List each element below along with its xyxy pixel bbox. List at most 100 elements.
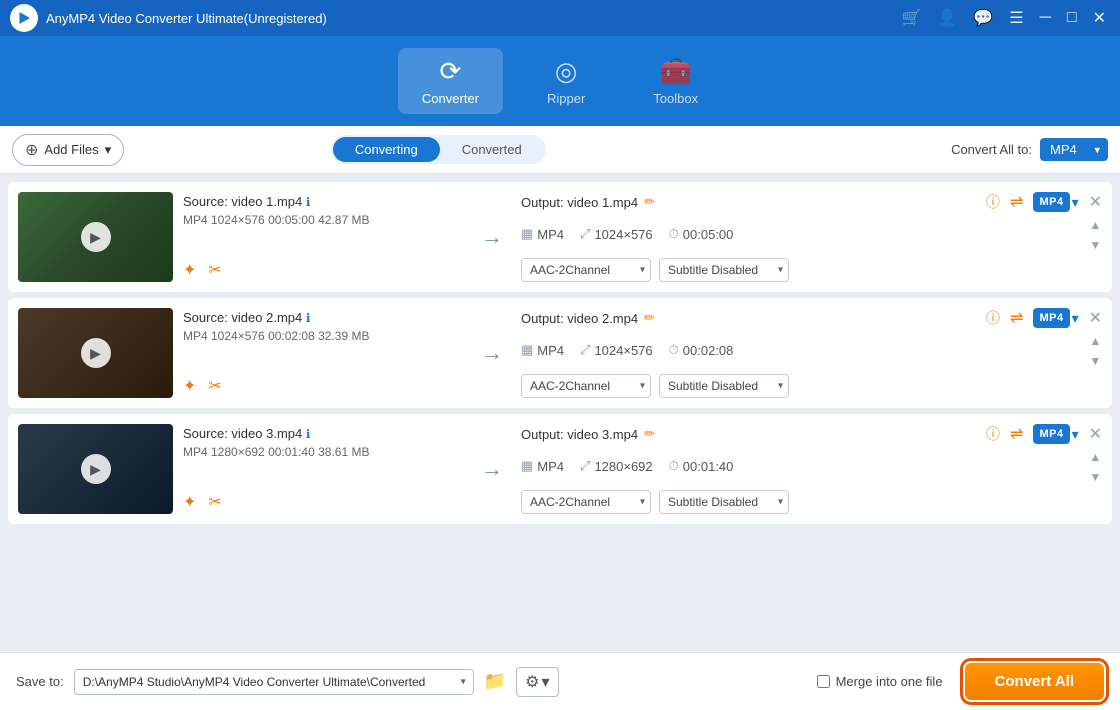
close-icon[interactable]: ✕ bbox=[1089, 8, 1110, 28]
save-to-label: Save to: bbox=[16, 674, 64, 689]
detail-icon[interactable]: ⓘ bbox=[986, 424, 1000, 444]
subtitle-select-wrapper: Subtitle Disabled bbox=[659, 374, 789, 398]
scissors-icon[interactable]: ✂ bbox=[208, 492, 221, 512]
star-icon[interactable]: ✦ bbox=[183, 376, 196, 396]
settings-icon[interactable]: ⇌ bbox=[1010, 424, 1023, 444]
format-badge: ▦ MP4 bbox=[521, 342, 564, 358]
mp4-badge: MP4 bbox=[1033, 308, 1069, 328]
thumbnail: ▶ bbox=[18, 192, 173, 282]
badge-dropdown-icon[interactable]: ▾ bbox=[1072, 310, 1079, 327]
scissors-icon[interactable]: ✂ bbox=[208, 260, 221, 280]
settings-button[interactable]: ⚙ ▾ bbox=[516, 667, 558, 697]
settings-icon[interactable]: ⇌ bbox=[1010, 308, 1023, 328]
format-grid-icon: ▦ bbox=[521, 226, 533, 242]
duration-badge: ⏱ 00:02:08 bbox=[669, 342, 734, 358]
star-icon[interactable]: ✦ bbox=[183, 492, 196, 512]
play-button[interactable]: ▶ bbox=[81, 338, 111, 368]
convert-all-button[interactable]: Convert All bbox=[965, 663, 1104, 700]
info-icon[interactable]: ℹ bbox=[306, 311, 311, 325]
output-info: Output: video 3.mp4 ✏ ⓘ ⇌ ▦ MP4 ⤢ 1280×6… bbox=[521, 424, 1023, 514]
audio-select[interactable]: AAC-2Channel bbox=[521, 374, 651, 398]
info-icon[interactable]: ℹ bbox=[306, 195, 311, 209]
duration-value: 00:02:08 bbox=[683, 343, 734, 358]
output-info: Output: video 2.mp4 ✏ ⓘ ⇌ ▦ MP4 ⤢ 1024×5… bbox=[521, 308, 1023, 398]
subtitle-select-wrapper: Subtitle Disabled bbox=[659, 490, 789, 514]
video-item: ▶ Source: video 3.mp4 ℹ MP4 1280×692 00:… bbox=[8, 414, 1112, 524]
badge-dropdown-icon[interactable]: ▾ bbox=[1072, 426, 1079, 443]
play-button[interactable]: ▶ bbox=[81, 454, 111, 484]
info-icon[interactable]: ℹ bbox=[306, 427, 311, 441]
play-button[interactable]: ▶ bbox=[81, 222, 111, 252]
nav-ripper[interactable]: ◎ Ripper bbox=[523, 48, 609, 114]
video-item: ▶ Source: video 2.mp4 ℹ MP4 1024×576 00:… bbox=[8, 298, 1112, 408]
subtitle-select[interactable]: Subtitle Disabled bbox=[659, 258, 789, 282]
titlebar: AnyMP4 Video Converter Ultimate(Unregist… bbox=[0, 0, 1120, 36]
audio-select[interactable]: AAC-2Channel bbox=[521, 490, 651, 514]
add-files-label: Add Files bbox=[44, 142, 98, 157]
menu-icon[interactable]: ☰ bbox=[1005, 8, 1027, 28]
chat-icon[interactable]: 💬 bbox=[969, 8, 997, 28]
resize-icon: ⤢ bbox=[580, 458, 590, 474]
move-down-icon[interactable]: ▼ bbox=[1089, 470, 1101, 484]
audio-select[interactable]: AAC-2Channel bbox=[521, 258, 651, 282]
clock-icon: ⏱ bbox=[669, 342, 679, 358]
clock-icon: ⏱ bbox=[669, 226, 679, 242]
move-down-icon[interactable]: ▼ bbox=[1089, 354, 1101, 368]
badge-col: MP4 ▾ bbox=[1033, 192, 1078, 282]
minimize-icon[interactable]: ─ bbox=[1036, 9, 1055, 27]
settings-icon[interactable]: ⇌ bbox=[1010, 192, 1023, 212]
detail-icon[interactable]: ⓘ bbox=[986, 192, 1000, 212]
toolbar: ⊕ Add Files ▾ Converting Converted Conve… bbox=[0, 126, 1120, 174]
arrow-right-icon: → bbox=[481, 340, 503, 366]
output-format-row: ▦ MP4 ⤢ 1024×576 ⏱ 00:05:00 bbox=[521, 226, 1023, 242]
detail-icon[interactable]: ⓘ bbox=[986, 308, 1000, 328]
save-path-select[interactable]: D:\AnyMP4 Studio\AnyMP4 Video Converter … bbox=[74, 669, 474, 695]
format-value: MP4 bbox=[537, 459, 564, 474]
thumbnail: ▶ bbox=[18, 308, 173, 398]
arrow-col: → bbox=[473, 192, 511, 282]
source-name: Source: video 3.mp4 ℹ bbox=[183, 426, 463, 441]
output-header-actions: ⓘ ⇌ bbox=[986, 192, 1023, 212]
move-up-icon[interactable]: ▲ bbox=[1089, 218, 1101, 232]
move-up-icon[interactable]: ▲ bbox=[1089, 334, 1101, 348]
remove-icon[interactable]: ✕ bbox=[1089, 424, 1102, 444]
arrow-right-icon: → bbox=[481, 456, 503, 482]
path-select-wrapper: D:\AnyMP4 Studio\AnyMP4 Video Converter … bbox=[74, 669, 474, 695]
settings-dropdown-icon: ▾ bbox=[541, 672, 549, 692]
subtitle-select[interactable]: Subtitle Disabled bbox=[659, 374, 789, 398]
format-select[interactable]: MP4 MKV AVI MOV bbox=[1040, 138, 1108, 161]
nav-converter-label: Converter bbox=[422, 91, 479, 106]
subtitle-select[interactable]: Subtitle Disabled bbox=[659, 490, 789, 514]
source-name: Source: video 1.mp4 ℹ bbox=[183, 194, 463, 209]
merge-checkbox-input[interactable] bbox=[817, 675, 830, 688]
converter-icon: ⟳ bbox=[440, 56, 462, 87]
star-icon[interactable]: ✦ bbox=[183, 260, 196, 280]
edit-icon[interactable]: ✏ bbox=[644, 426, 655, 442]
nav-converter[interactable]: ⟳ Converter bbox=[398, 48, 503, 114]
resolution-value: 1024×576 bbox=[594, 227, 652, 242]
move-up-icon[interactable]: ▲ bbox=[1089, 450, 1101, 464]
nav-toolbox[interactable]: 🧰 Toolbox bbox=[629, 48, 722, 114]
badge-dropdown-icon[interactable]: ▾ bbox=[1072, 194, 1079, 211]
user-icon[interactable]: 👤 bbox=[933, 8, 961, 28]
output-format-row: ▦ MP4 ⤢ 1024×576 ⏱ 00:02:08 bbox=[521, 342, 1023, 358]
output-name: Output: video 1.mp4 bbox=[521, 195, 638, 210]
maximize-icon[interactable]: □ bbox=[1063, 9, 1081, 27]
file-meta: MP4 1280×692 00:01:40 38.61 MB bbox=[183, 445, 463, 459]
duration-value: 00:05:00 bbox=[683, 227, 734, 242]
move-down-icon[interactable]: ▼ bbox=[1089, 238, 1101, 252]
tab-converting[interactable]: Converting bbox=[333, 137, 440, 162]
output-selects: AAC-2Channel Subtitle Disabled bbox=[521, 374, 1023, 398]
nav-toolbox-label: Toolbox bbox=[653, 91, 698, 106]
edit-icon[interactable]: ✏ bbox=[644, 310, 655, 326]
tab-converted[interactable]: Converted bbox=[440, 137, 544, 162]
tabs-container: Converting Converted bbox=[331, 135, 546, 164]
cart-icon[interactable]: 🛒 bbox=[897, 8, 925, 28]
scissors-icon[interactable]: ✂ bbox=[208, 376, 221, 396]
add-files-dropdown-icon: ▾ bbox=[105, 142, 112, 158]
folder-icon[interactable]: 📁 bbox=[484, 671, 506, 692]
remove-icon[interactable]: ✕ bbox=[1089, 308, 1102, 328]
add-files-button[interactable]: ⊕ Add Files ▾ bbox=[12, 134, 124, 166]
edit-icon[interactable]: ✏ bbox=[644, 194, 655, 210]
remove-icon[interactable]: ✕ bbox=[1089, 192, 1102, 212]
